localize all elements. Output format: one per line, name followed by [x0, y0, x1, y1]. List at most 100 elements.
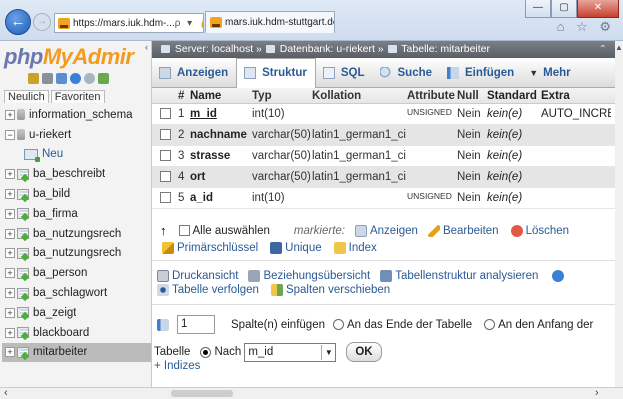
tab-favorites[interactable]: Favoriten: [50, 90, 105, 103]
tree-item-ba-nutzungsrech-1[interactable]: + ba_nutzungsrech: [2, 224, 151, 244]
browser-tab[interactable]: mars.iuk.hdm-stuttgart.de ... ×: [205, 11, 335, 33]
expand-icon[interactable]: +: [5, 169, 15, 180]
expand-icon[interactable]: +: [5, 268, 15, 279]
collapse-nav-icon[interactable]: ‹: [145, 42, 151, 54]
tree-item-ba-zeigt[interactable]: + ba_zeigt: [2, 303, 151, 323]
track-table-link[interactable]: Tabelle verfolgen: [157, 284, 259, 296]
browse-selected-link[interactable]: Anzeigen: [354, 224, 418, 237]
radio-end-of-table[interactable]: [332, 319, 344, 330]
breadcrumb-server[interactable]: Server: localhost: [175, 43, 253, 55]
row-checkbox[interactable]: [160, 108, 171, 120]
tab-recent[interactable]: Neulich: [4, 90, 49, 103]
after-column-select[interactable]: m_id ▼: [244, 342, 337, 362]
primary-key-link[interactable]: Primärschlüssel: [162, 242, 258, 254]
radio-after-column[interactable]: [200, 346, 212, 358]
column-count-input[interactable]: 1: [177, 315, 215, 334]
scroll-thumb[interactable]: [171, 390, 233, 397]
tree-item-new[interactable]: Neu: [2, 145, 151, 165]
expand-icon[interactable]: +: [5, 327, 15, 338]
phpmyadmin-logo[interactable]: phpMyAdmir: [4, 44, 134, 70]
reload-icon[interactable]: [98, 73, 109, 84]
tab-struktur[interactable]: Struktur: [236, 57, 316, 89]
row-checkbox[interactable]: [160, 150, 171, 162]
tree-item-ba-schlagwort[interactable]: + ba_schlagwort: [2, 283, 151, 303]
collapse-icon[interactable]: ⌃: [599, 41, 607, 58]
database-icon: [265, 45, 275, 53]
forward-button[interactable]: →: [33, 13, 51, 31]
delete-label: Löschen: [525, 224, 570, 237]
select-all-label[interactable]: Alle auswählen: [193, 225, 270, 237]
tree-item-ba-bild[interactable]: + ba_bild: [2, 184, 151, 204]
tree-item-ba-person[interactable]: + ba_person: [2, 263, 151, 283]
index-link[interactable]: Index: [333, 242, 377, 254]
end-of-table-label[interactable]: An das Ende der Tabelle: [347, 319, 472, 331]
help-icon[interactable]: [552, 270, 565, 282]
tree-item-u-riekert[interactable]: − u-riekert: [2, 125, 151, 145]
close-button[interactable]: ✕: [577, 0, 619, 18]
tree-item-mitarbeiter[interactable]: + mitarbeiter: [2, 342, 151, 363]
table-icon: [17, 267, 29, 279]
cell-num: 2: [178, 129, 185, 141]
tree-item-blackboard[interactable]: + blackboard: [2, 323, 151, 343]
row-checkbox[interactable]: [160, 192, 171, 204]
expand-icon[interactable]: +: [5, 228, 15, 239]
expand-icon[interactable]: +: [5, 347, 15, 358]
collapse-icon[interactable]: −: [5, 129, 15, 140]
scroll-up-icon[interactable]: ▲: [615, 43, 623, 52]
edit-selected-link[interactable]: Bearbeiten: [427, 224, 499, 237]
tab-mehr[interactable]: ▼ Mehr: [522, 58, 578, 88]
row-checkbox[interactable]: [160, 171, 171, 183]
scroll-left-icon[interactable]: ‹: [4, 387, 8, 399]
address-bar[interactable]: https://mars.iuk.hdm-... ρ ▾ 🔒 C: [54, 13, 204, 33]
tree-item-information-schema[interactable]: + information_schema: [2, 105, 151, 125]
query-window-icon[interactable]: [56, 73, 67, 84]
row-checkbox[interactable]: [160, 129, 171, 141]
cell-attribute: UNSIGNED: [407, 191, 452, 201]
tab-einfuegen[interactable]: Einfügen: [440, 58, 522, 88]
expand-icon[interactable]: +: [5, 208, 15, 219]
help-icon[interactable]: [70, 73, 81, 84]
tab-anzeigen[interactable]: Anzeigen: [152, 58, 236, 88]
tab-sql[interactable]: SQL: [316, 58, 373, 88]
home-icon[interactable]: [28, 73, 39, 84]
tab-label: Struktur: [262, 67, 307, 79]
start-of-table-label[interactable]: An den Anfang der: [498, 319, 593, 331]
expand-icon[interactable]: +: [5, 288, 15, 299]
header-name[interactable]: Name: [190, 90, 252, 102]
delete-icon: [510, 224, 523, 237]
logout-icon[interactable]: [42, 73, 53, 84]
vertical-scrollbar[interactable]: ▲: [615, 41, 623, 387]
move-columns-link[interactable]: Spalten verschieben: [270, 284, 390, 296]
after-label[interactable]: Nach: [214, 346, 241, 358]
tree-item-ba-beschreibt[interactable]: + ba_beschreibt: [2, 164, 151, 184]
expand-icon[interactable]: +: [5, 189, 15, 200]
pencil-icon: [427, 224, 440, 237]
delete-selected-link[interactable]: Löschen: [510, 224, 570, 237]
docs-icon[interactable]: [84, 73, 95, 84]
relation-view-link[interactable]: Beziehungsübersicht: [248, 270, 370, 282]
analyze-structure-link[interactable]: Tabellenstruktur analysieren: [380, 270, 538, 282]
tree-item-ba-firma[interactable]: + ba_firma: [2, 204, 151, 224]
breadcrumb-table[interactable]: Tabelle: mitarbeiter: [401, 43, 490, 55]
back-button[interactable]: ←: [5, 9, 31, 35]
tree-item-ba-nutzungsrech-2[interactable]: + ba_nutzungsrech: [2, 244, 151, 264]
breadcrumb-database[interactable]: Datenbank: u-riekert: [280, 43, 375, 55]
scroll-right-icon[interactable]: ›: [595, 387, 599, 399]
print-view-link[interactable]: Druckansicht: [157, 270, 238, 282]
tab-suche[interactable]: Suche: [373, 58, 441, 88]
minimize-button[interactable]: —: [525, 0, 551, 18]
horizontal-scrollbar[interactable]: ‹ ›: [0, 387, 623, 399]
ok-button[interactable]: OK: [346, 342, 382, 362]
maximize-button[interactable]: ▢: [551, 0, 577, 18]
select-all-checkbox[interactable]: [178, 225, 190, 236]
expand-icon[interactable]: +: [5, 248, 15, 259]
radio-start-of-table[interactable]: [484, 319, 496, 330]
cell-collation: latin1_german1_ci: [312, 150, 406, 162]
cell-default: kein(e): [487, 192, 523, 204]
address-tools[interactable]: ρ ▾ 🔒 C: [175, 18, 203, 29]
indexes-toggle-link[interactable]: + Indizes: [154, 360, 200, 372]
unique-link[interactable]: Unique: [270, 242, 322, 254]
browser-toolbar-icons[interactable]: ⌂ ☆ ⚙: [557, 19, 615, 35]
expand-icon[interactable]: +: [5, 109, 15, 120]
expand-icon[interactable]: +: [5, 307, 15, 318]
